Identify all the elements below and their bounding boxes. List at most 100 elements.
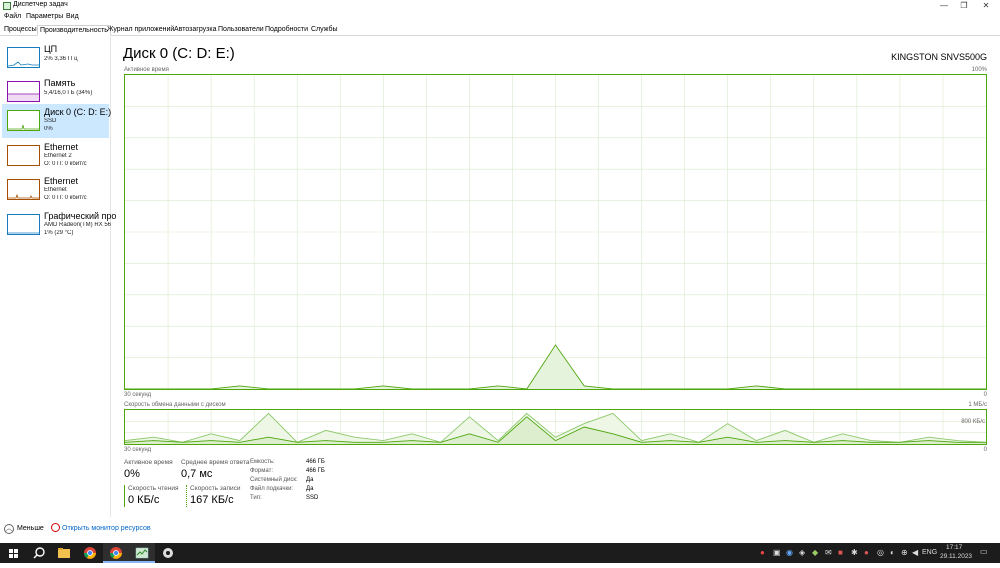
- taskbar-task-manager[interactable]: [129, 543, 155, 563]
- sidebar-item-detail: 5,4/16,0 ГБ (34%): [44, 90, 111, 96]
- resource-sidebar: ЦП 2% 3,36 ГГц Память 5,4/16,0 ГБ (34%) …: [0, 37, 111, 517]
- chevron-up-icon[interactable]: ︿: [4, 524, 14, 534]
- tray-icon-2[interactable]: ▣: [773, 548, 781, 557]
- tray-icon-7[interactable]: ■: [838, 548, 843, 557]
- sidebar-item-gpu[interactable]: Графический про AMD Radeon(TM) RX 56 1% …: [2, 208, 109, 242]
- tab-app-history[interactable]: Журнал приложений: [105, 25, 176, 36]
- task-manager-icon: [129, 543, 155, 563]
- taskbar-chrome-2[interactable]: [103, 543, 129, 563]
- active-time-graph: [124, 74, 987, 390]
- read-speed-marker: [124, 485, 125, 507]
- notifications-icon[interactable]: ▭: [980, 547, 988, 556]
- sidebar-item-detail: 2% 3,36 ГГц: [44, 56, 111, 62]
- menu-file[interactable]: Файл: [4, 13, 21, 20]
- sidebar-item-ethernet-2[interactable]: Ethernet Ethernet 2 О: 0 П: 0 кбит/с: [2, 139, 109, 173]
- write-speed-label: Скорость записи: [190, 485, 241, 492]
- graph2-time-label: 30 секунд: [124, 447, 151, 453]
- type-label: Тип:: [250, 495, 262, 501]
- sidebar-item-cpu[interactable]: ЦП 2% 3,36 ГГц: [2, 41, 109, 75]
- tab-processes[interactable]: Процессы: [2, 25, 39, 36]
- system-disk-value: Да: [306, 477, 313, 483]
- tab-bar: Процессы Производительность Журнал прило…: [0, 24, 1000, 36]
- sidebar-item-detail: 0%: [44, 126, 111, 132]
- close-button[interactable]: ✕: [972, 0, 1000, 12]
- disk-model: KINGSTON SNVS500G: [891, 52, 987, 62]
- sidebar-item-detail: 1% (29 °C): [44, 230, 111, 236]
- sidebar-item-name: Диск 0 (C: D: E:): [44, 107, 111, 117]
- system-disk-label: Системный диск:: [250, 477, 298, 483]
- capacity-label: Емкость:: [250, 459, 275, 465]
- taskbar-app[interactable]: [155, 543, 181, 563]
- sidebar-item-detail: О: 0 П: 0 кбит/с: [44, 161, 111, 167]
- active-time-stat-label: Активное время: [124, 459, 173, 466]
- ethernet-thumbnail-graph: [7, 179, 40, 200]
- volume-icon[interactable]: ◀: [912, 548, 918, 557]
- tray-icon-11[interactable]: ◐: [890, 548, 895, 557]
- tray-icon-8[interactable]: ✱: [851, 548, 858, 557]
- graph1-max-label: 100%: [972, 67, 987, 73]
- transfer-rate-chart: [125, 410, 986, 444]
- tray-icon-3[interactable]: ◉: [786, 548, 793, 557]
- read-speed-value: 0 КБ/с: [128, 494, 159, 506]
- tab-users[interactable]: Пользователи: [216, 25, 266, 36]
- tab-startup[interactable]: Автозагрузка: [172, 25, 218, 36]
- type-value: SSD: [306, 495, 318, 501]
- tray-icon-4[interactable]: ◈: [799, 548, 805, 557]
- sidebar-item-detail: Ethernet: [44, 187, 111, 193]
- search-icon: [26, 543, 52, 563]
- sidebar-item-name: ЦП: [44, 44, 57, 54]
- sidebar-item-detail: SSD: [44, 118, 111, 124]
- tab-details[interactable]: Подробности: [263, 25, 310, 36]
- tray-icon-1[interactable]: ●: [760, 548, 765, 557]
- start-button[interactable]: [1, 543, 27, 563]
- tray-icon-5[interactable]: ◆: [812, 548, 818, 557]
- chrome-icon: [103, 543, 129, 563]
- graph1-min-label: 0: [984, 392, 987, 398]
- tray-icon-6[interactable]: ✉: [825, 548, 832, 557]
- memory-thumbnail-graph: [7, 81, 40, 102]
- format-value: 466 ГБ: [306, 468, 325, 474]
- network-icon[interactable]: ⊕: [901, 548, 908, 557]
- active-time-stat-value: 0%: [124, 468, 140, 480]
- title-bar: Диспетчер задач — ❐ ✕: [0, 0, 1000, 12]
- task-manager-icon: [3, 2, 11, 10]
- cpu-thumbnail-graph: [7, 47, 40, 68]
- graph2-label: Скорость обмена данными с диском: [124, 402, 226, 408]
- write-speed-marker: [186, 485, 187, 507]
- gpu-thumbnail-graph: [7, 214, 40, 235]
- tab-performance[interactable]: Производительность: [37, 25, 111, 36]
- open-resource-monitor-link[interactable]: Открыть монитор ресурсов: [62, 525, 151, 532]
- clock-time[interactable]: 17:17: [946, 544, 962, 551]
- search-button[interactable]: [26, 543, 52, 563]
- sidebar-item-disk[interactable]: Диск 0 (C: D: E:) SSD 0%: [2, 104, 109, 138]
- disk-thumbnail-graph: [7, 110, 40, 131]
- fewer-details-link[interactable]: Меньше: [17, 525, 44, 532]
- sidebar-item-detail: Ethernet 2: [44, 153, 111, 159]
- language-indicator[interactable]: ENG: [922, 549, 937, 556]
- tray-icon-9[interactable]: ●: [864, 548, 869, 557]
- windows-icon: [1, 543, 27, 563]
- sidebar-item-name: Ethernet: [44, 176, 78, 186]
- ethernet-thumbnail-graph: [7, 145, 40, 166]
- avg-response-value: 0,7 мс: [181, 468, 212, 480]
- footer: ︿ Меньше Открыть монитор ресурсов: [0, 520, 1000, 540]
- clock-date[interactable]: 29.11.2023: [940, 553, 972, 560]
- page-file-label: Файл подкачки:: [250, 486, 293, 492]
- graph2-mid-label: 800 КБ/с: [961, 419, 985, 425]
- window-title: Диспетчер задач: [13, 1, 68, 8]
- graph1-label: Активное время: [124, 67, 169, 73]
- taskbar-chrome[interactable]: [77, 543, 103, 563]
- avg-response-label: Среднее время ответа: [181, 459, 249, 466]
- tray-icon-10[interactable]: ◎: [877, 548, 884, 557]
- sidebar-item-name: Ethernet: [44, 142, 78, 152]
- menu-options[interactable]: Параметры: [26, 13, 63, 20]
- sidebar-item-detail: AMD Radeon(TM) RX 56: [44, 222, 111, 228]
- sidebar-item-ethernet[interactable]: Ethernet Ethernet О: 0 П: 0 кбит/с: [2, 173, 109, 207]
- taskbar-explorer[interactable]: [51, 543, 77, 563]
- tab-services[interactable]: Службы: [309, 25, 340, 36]
- menu-view[interactable]: Вид: [66, 13, 79, 20]
- page-file-value: Да: [306, 486, 313, 492]
- graph2-min-label: 0: [984, 447, 987, 453]
- write-speed-value: 167 КБ/с: [190, 494, 234, 506]
- transfer-rate-graph: [124, 409, 987, 445]
